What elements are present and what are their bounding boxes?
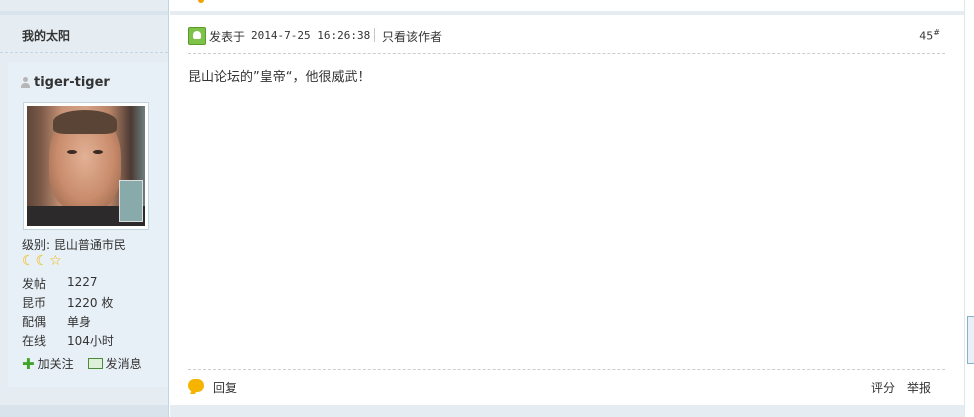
- floor-number[interactable]: 45#: [919, 28, 940, 43]
- avatar-image[interactable]: [27, 106, 145, 226]
- author-actions: ✚ 加关注 发消息: [22, 355, 142, 372]
- sidebar-title-bar: 我的太阳: [0, 16, 168, 53]
- stat-row: 发帖 1227: [22, 275, 114, 294]
- avatar[interactable]: [23, 102, 149, 230]
- post-content: 昆山论坛的”皇帝“，他很威武！: [188, 70, 371, 85]
- level-value[interactable]: 昆山普通市民: [54, 238, 126, 252]
- stat-key: 发帖: [22, 277, 47, 291]
- post-top-separator: [170, 11, 964, 15]
- stat-value: 单身: [67, 315, 92, 329]
- floor-suffix: #: [933, 28, 940, 37]
- send-message-label[interactable]: 发消息: [106, 355, 142, 372]
- post-header: 发表于 2014-7-25 16:26:38 只看该作者 45#: [188, 27, 940, 47]
- stat-key: 配偶: [22, 315, 47, 329]
- post-footer: 回复 评分 举报: [188, 378, 940, 398]
- header-dashed-divider: [188, 53, 945, 54]
- user-offline-icon: [21, 77, 30, 88]
- decorative-orange-mark: [198, 0, 204, 3]
- send-message-button[interactable]: 发消息: [87, 355, 142, 372]
- floor-number-text[interactable]: 45: [919, 30, 933, 43]
- post-bottom-separator: [170, 405, 964, 417]
- sidebar-bottom-separator: [0, 405, 168, 417]
- report-button[interactable]: 举报: [907, 379, 931, 396]
- posted-at-label: 发表于: [209, 30, 246, 44]
- author-username[interactable]: tiger-tiger: [21, 75, 110, 90]
- stat-value: 1220 枚: [67, 296, 114, 310]
- author-username-text[interactable]: tiger-tiger: [34, 75, 110, 90]
- reply-button[interactable]: 回复: [213, 379, 237, 396]
- rate-button[interactable]: 评分: [871, 379, 895, 396]
- user-stats: 发帖 1227 昆币 1220 枚 配偶 单身 在线 104小时: [22, 275, 114, 351]
- post-timestamp: 2014-7-25 16:26:38: [251, 29, 371, 42]
- moon-icon: ☾: [35, 253, 49, 269]
- plus-icon: ✚: [22, 354, 35, 373]
- thread-title-label: 我的太阳: [22, 29, 71, 43]
- footer-dashed-divider: [188, 369, 945, 370]
- star-icon: ☆: [49, 253, 62, 269]
- moon-icon: ☾: [22, 253, 35, 269]
- user-level: 级别: 昆山普通市民: [22, 236, 126, 253]
- only-author-link[interactable]: 只看该作者: [382, 28, 442, 45]
- reply-icon: [188, 379, 204, 392]
- online-status-icon: [188, 27, 206, 45]
- stat-key: 昆币: [22, 296, 47, 310]
- stat-row: 昆币 1220 枚: [22, 294, 114, 313]
- envelope-icon: [87, 358, 103, 369]
- stat-key: 在线: [22, 334, 47, 348]
- follow-label[interactable]: 加关注: [38, 355, 74, 372]
- stat-value: 104小时: [67, 334, 114, 348]
- follow-button[interactable]: ✚ 加关注: [22, 355, 74, 372]
- side-float-tab[interactable]: [967, 316, 974, 364]
- stat-row: 在线 104小时: [22, 332, 114, 351]
- stat-value[interactable]: 1227: [67, 275, 98, 294]
- level-label: 级别:: [22, 238, 51, 252]
- sidebar-top-separator: [0, 11, 168, 15]
- rank-stars: ☾ ☾ ☆: [22, 254, 62, 268]
- stat-row: 配偶 单身: [22, 313, 114, 332]
- header-divider: [374, 28, 375, 42]
